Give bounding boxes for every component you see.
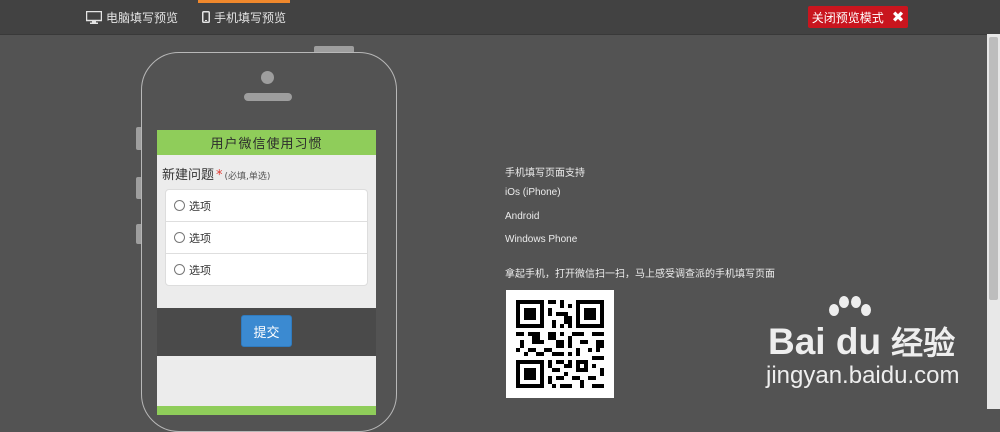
options-list: 选项 选项 选项	[165, 189, 368, 286]
question-text: 新建问题	[162, 168, 215, 183]
radio-button[interactable]	[174, 200, 185, 211]
survey-title: 用户微信使用习惯	[157, 130, 376, 155]
qr-code	[506, 290, 614, 398]
option-label: 选项	[189, 199, 211, 213]
option-item[interactable]: 选项	[166, 254, 367, 285]
close-preview-button[interactable]: 关闭预览模式 ✖	[808, 6, 908, 28]
monitor-icon	[86, 10, 102, 24]
platform-windows-phone: Windows Phone	[505, 234, 578, 245]
phone-camera	[261, 71, 274, 84]
radio-button[interactable]	[174, 264, 185, 275]
watermark-brand-cn: 经验	[891, 324, 956, 362]
question-hint: (必填,单选)	[224, 172, 271, 182]
platform-android: Android	[505, 211, 540, 222]
watermark-url: jingyan.baidu.com	[766, 362, 960, 389]
tab-desktop-preview[interactable]: 电脑填写预览	[86, 0, 178, 34]
tab-mobile-preview[interactable]: 手机填写预览	[198, 0, 290, 34]
option-label: 选项	[189, 231, 211, 245]
phone-screen: 用户微信使用习惯 新建问题 * (必填,单选) 选项 选项 选项 提交	[157, 130, 376, 415]
radio-button[interactable]	[174, 232, 185, 243]
scrollbar[interactable]	[987, 34, 1000, 409]
submit-area: 提交	[157, 308, 376, 356]
scrollbar-thumb[interactable]	[989, 37, 998, 300]
platform-ios: iOs (iPhone)	[505, 187, 561, 198]
required-mark: *	[216, 168, 223, 183]
tab-desktop-label: 电脑填写预览	[106, 10, 179, 25]
watermark-brand: Bai du 经验	[768, 318, 955, 364]
tab-mobile-label: 手机填写预览	[213, 10, 286, 25]
option-item[interactable]: 选项	[166, 222, 367, 254]
next-section-header	[157, 406, 376, 415]
mobile-phone-icon	[201, 11, 210, 23]
support-heading: 手机填写页面支持	[505, 168, 585, 179]
scan-instruction: 拿起手机，打开微信扫一扫，马上感受调查派的手机填写页面	[505, 269, 775, 280]
phone-speaker	[244, 93, 292, 101]
submit-button[interactable]: 提交	[241, 315, 292, 347]
preview-toolbar: 电脑填写预览 手机填写预览 关闭预览模式 ✖	[0, 0, 1000, 35]
close-icon: ✖	[891, 7, 905, 26]
close-preview-label: 关闭预览模式	[811, 10, 884, 25]
question-title: 新建问题 * (必填,单选)	[162, 164, 270, 183]
option-label: 选项	[189, 263, 211, 277]
option-item[interactable]: 选项	[166, 190, 367, 222]
watermark-brand-text: Bai du	[768, 321, 882, 362]
